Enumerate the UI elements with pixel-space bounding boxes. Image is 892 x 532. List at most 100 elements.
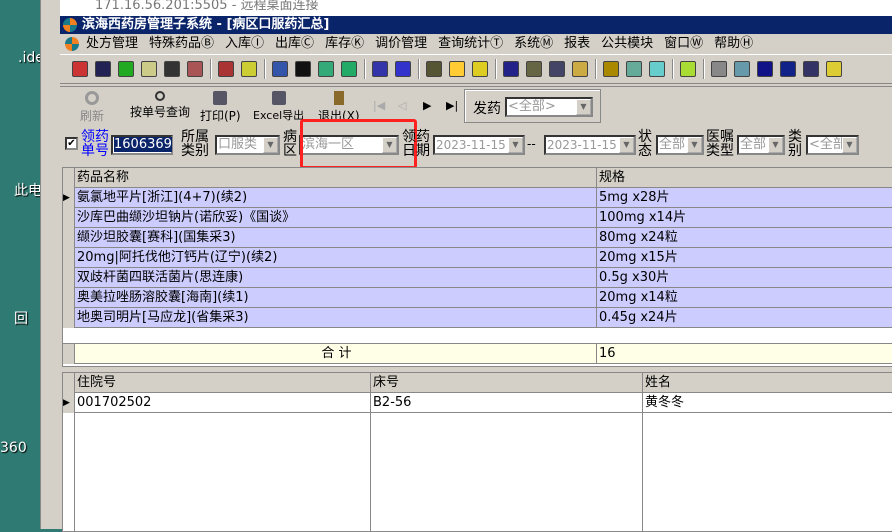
- close-box-icon[interactable]: [649, 61, 665, 77]
- type-label: 类别: [788, 129, 802, 159]
- menu-item[interactable]: 公共模块: [601, 36, 653, 51]
- menu-item[interactable]: 帮助Ⓗ: [714, 36, 753, 51]
- chevron-down-icon: ▼: [263, 137, 278, 153]
- title-bar: 滨海西药房管理子系统 - [病区口服药汇总]: [60, 16, 892, 34]
- bottle-icon[interactable]: [95, 61, 111, 77]
- toolbar-separator: [495, 59, 497, 79]
- desktop-icon-recycle-bin[interactable]: 回: [14, 308, 28, 328]
- scan-icon[interactable]: [218, 61, 234, 77]
- table-row[interactable]: 沙库巴曲缬沙坦钠片(诺欣妥)《国谈》 100mg x14片: [63, 208, 892, 228]
- pu-icon[interactable]: [472, 61, 488, 77]
- paste-icon[interactable]: [826, 61, 842, 77]
- doc-colors-icon[interactable]: [187, 61, 203, 77]
- menu-item[interactable]: 调价管理: [375, 36, 427, 51]
- type-select[interactable]: <全部 ▼: [806, 135, 859, 155]
- table-row[interactable]: 双歧杆菌四联活菌片(思连康) 0.5g x30片: [63, 268, 892, 288]
- row-indicator: [63, 288, 75, 308]
- status-label: 状态: [638, 129, 652, 159]
- spec-cell: 80mg x24粒: [597, 228, 892, 248]
- order-number-label: 领药单号: [81, 129, 109, 159]
- printer-icon: [213, 91, 228, 105]
- query-label: 按单号查询: [130, 105, 191, 119]
- app-window: 滨海西药房管理子系统 - [病区口服药汇总] 处方管理 特殊药品Ⓑ 入库Ⓘ 出库Ⓒ 库存…: [60, 16, 892, 532]
- drug-grid-header: 药品名称 规格: [63, 168, 892, 188]
- menu-item[interactable]: 库存Ⓚ: [325, 36, 364, 51]
- table-row[interactable]: 奥美拉唑肠溶胶囊[海南](续1) 20mg x14粒: [63, 288, 892, 308]
- status-select[interactable]: 全部 ▼: [656, 135, 704, 155]
- table-row[interactable]: 地奥司明片[马应龙](省集采3) 0.45g x24片: [63, 308, 892, 328]
- date-from-picker[interactable]: 2023-11-15 ▼: [433, 135, 525, 155]
- find2-icon[interactable]: [549, 61, 565, 77]
- checkbox-icon[interactable]: [295, 61, 311, 77]
- date-to-value: 2023-11-15: [547, 138, 617, 152]
- menu-logo-icon: [65, 37, 79, 51]
- first-record-icon[interactable]: |◀: [373, 99, 385, 112]
- order-number-input[interactable]: 1606369: [111, 135, 173, 155]
- table-row[interactable]: ▶ 001702502 B2-56 黄冬冬: [63, 393, 892, 413]
- ward-label: 病区: [283, 129, 297, 159]
- spec-cell: 100mg x14片: [597, 208, 892, 228]
- clipboard-icon[interactable]: [318, 61, 334, 77]
- cube-icon[interactable]: [711, 61, 727, 77]
- next-record-icon[interactable]: ▶: [423, 99, 431, 112]
- binoculars-icon[interactable]: [164, 61, 180, 77]
- jar-icon[interactable]: [503, 61, 519, 77]
- drug-name-cell: 沙库巴曲缬沙坦钠片(诺欣妥)《国谈》: [75, 208, 597, 228]
- menu-item[interactable]: 系统Ⓜ: [514, 36, 553, 51]
- category-select[interactable]: 口服类 ▼: [215, 135, 280, 155]
- dispense-select[interactable]: <全部> ▼: [505, 97, 593, 117]
- order-type-select[interactable]: 全部 ▼: [737, 135, 785, 155]
- menu-item[interactable]: 处方管理: [86, 36, 138, 51]
- folder-icon[interactable]: [680, 61, 696, 77]
- nurse-icon[interactable]: [72, 61, 88, 77]
- refresh-button[interactable]: 刷新: [80, 91, 104, 124]
- grid-icon[interactable]: [426, 61, 442, 77]
- toolbar-separator: [210, 59, 212, 79]
- row-indicator: [63, 308, 75, 328]
- table-row[interactable]: 缬沙坦胶囊[赛科](国集采3) 80mg x24粒: [63, 228, 892, 248]
- desktop-icon-this-pc[interactable]: 此电: [14, 180, 42, 200]
- column-header-name: 姓名: [643, 373, 892, 393]
- form-icon[interactable]: [372, 61, 388, 77]
- prev-record-icon[interactable]: ◁: [398, 99, 406, 112]
- sparkle-icon[interactable]: [241, 61, 257, 77]
- edit-doc-icon[interactable]: [141, 61, 157, 77]
- desktop-icon-360[interactable]: 360: [0, 440, 27, 456]
- last-record-icon[interactable]: ▶|: [446, 99, 458, 112]
- list-icon[interactable]: [757, 61, 773, 77]
- row-indicator: [63, 373, 75, 393]
- column-header-spec: 规格: [597, 168, 892, 188]
- menu-item[interactable]: 窗口Ⓦ: [664, 36, 703, 51]
- date-to-picker[interactable]: 2023-11-15 ▼: [544, 135, 636, 155]
- menu-item[interactable]: 报表: [564, 36, 590, 51]
- filter-checkbox[interactable]: ✔: [65, 137, 78, 150]
- check-icon[interactable]: [118, 61, 134, 77]
- order-type-value: 全部: [740, 137, 767, 152]
- find-icon[interactable]: [526, 61, 542, 77]
- menu-item[interactable]: 特殊药品Ⓑ: [149, 36, 214, 51]
- menu-item[interactable]: 查询统计Ⓣ: [438, 36, 503, 51]
- doc-check-icon[interactable]: [341, 61, 357, 77]
- menu-item[interactable]: 出库Ⓒ: [275, 36, 314, 51]
- table-row[interactable]: ▶ 氨氯地平片[浙江](4+7)(续2) 5mg x28片: [63, 188, 892, 208]
- bell-icon[interactable]: [449, 61, 465, 77]
- key-icon[interactable]: [603, 61, 619, 77]
- windows-icon[interactable]: [780, 61, 796, 77]
- calendar-icon[interactable]: [395, 61, 411, 77]
- toolbar-separator: [364, 59, 366, 79]
- tray-icon[interactable]: [572, 61, 588, 77]
- query-by-number-button[interactable]: 按单号查询: [130, 91, 190, 120]
- excel-export-button[interactable]: Excel导出: [253, 91, 304, 123]
- clipboard-add-icon[interactable]: [272, 61, 288, 77]
- status-value: 全部: [659, 137, 686, 152]
- printer-icon: [271, 91, 286, 105]
- table-row[interactable]: 20mg|阿托伐他汀钙片(辽宁)(续2) 20mg x15片: [63, 248, 892, 268]
- column-header-drug-name: 药品名称: [75, 168, 597, 188]
- magnifier-icon[interactable]: [626, 61, 642, 77]
- zoom-icon[interactable]: [734, 61, 750, 77]
- magnifier-icon: [155, 91, 165, 101]
- menu-item[interactable]: 入库Ⓘ: [225, 36, 264, 51]
- print-button[interactable]: 打印(P): [200, 91, 241, 124]
- doc-tick-icon[interactable]: [803, 61, 819, 77]
- date-from-value: 2023-11-15: [436, 138, 506, 152]
